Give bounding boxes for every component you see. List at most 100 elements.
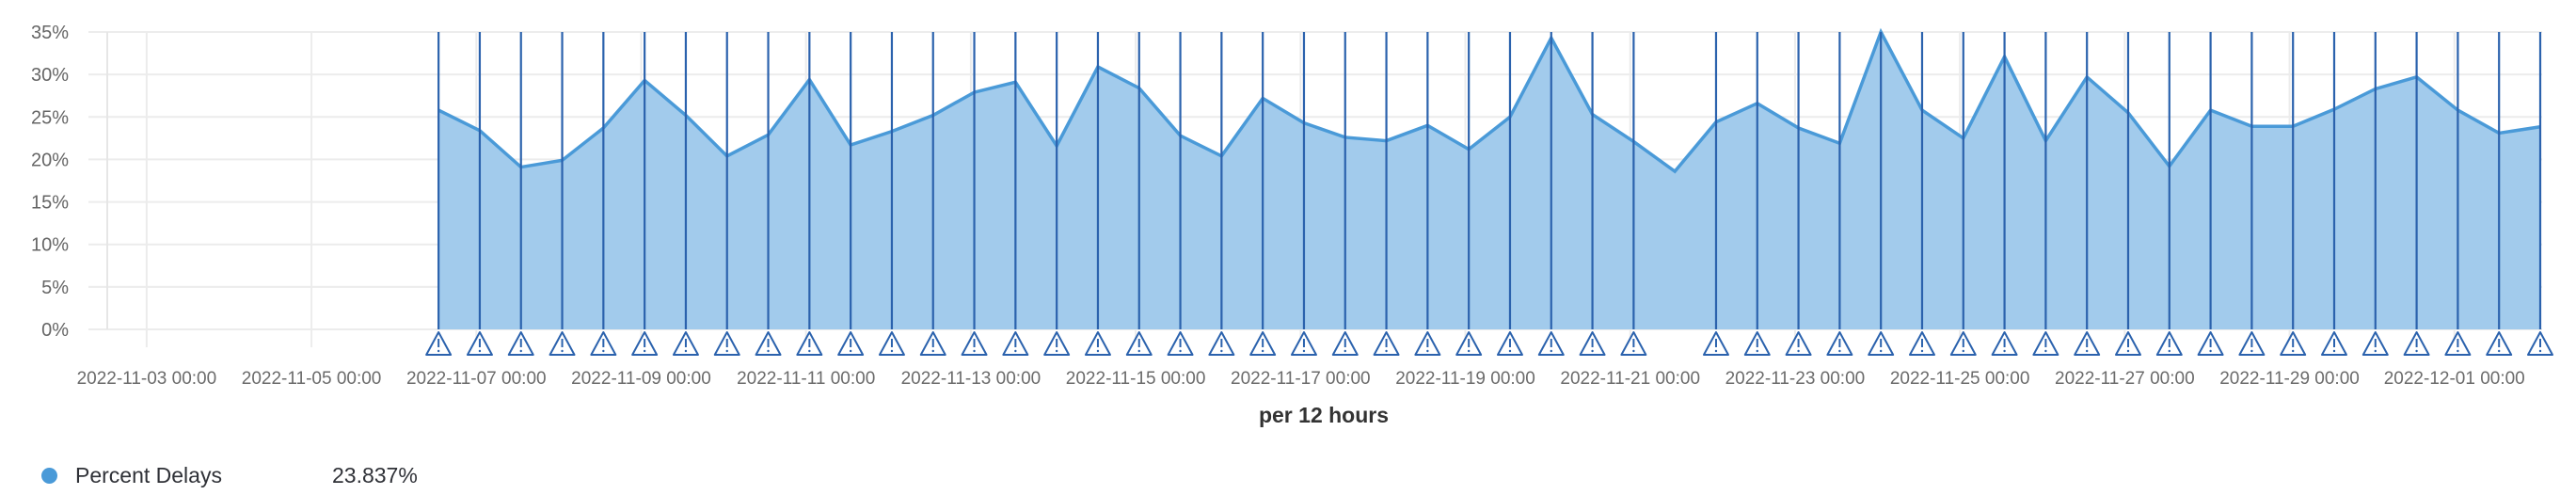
series-area (438, 32, 2541, 329)
x-tick-label: 2022-11-25 00:00 (1890, 369, 2030, 389)
warning-triangle-icon (2320, 331, 2347, 356)
warning-exclamation-dot (2126, 349, 2130, 353)
warning-triangle-icon (1414, 331, 1441, 356)
warning-exclamation-dot (1632, 349, 1635, 353)
warning-exclamation-dot (2538, 349, 2542, 353)
warning-triangle-icon (2280, 331, 2307, 356)
warning-triangle-icon (507, 331, 534, 356)
warning-triangle-icon (590, 331, 617, 356)
warning-triangle-icon (2361, 331, 2389, 356)
warning-triangle-icon (837, 331, 865, 356)
warning-exclamation-dot (437, 349, 440, 353)
y-tick-label: 5% (41, 278, 69, 298)
warning-triangle-icon (1908, 331, 1935, 356)
legend-series-value: 23.837% (332, 462, 418, 487)
warning-triangle-icon (713, 331, 740, 356)
warning-triangle-icon (425, 331, 453, 356)
x-tick-label: 2022-11-21 00:00 (1560, 369, 1700, 389)
warning-triangle-icon (919, 331, 946, 356)
warning-exclamation-dot (2415, 349, 2418, 353)
x-tick-label: 2022-11-27 00:00 (2055, 369, 2195, 389)
warning-triangle-icon (2114, 331, 2141, 356)
warning-triangle-icon (1043, 331, 1071, 356)
warning-triangle-icon (466, 331, 493, 356)
warning-exclamation-dot (1220, 349, 1223, 353)
warning-exclamation-dot (1838, 349, 1841, 353)
warning-exclamation-dot (1014, 349, 1017, 353)
warning-exclamation-dot (1096, 349, 1100, 353)
warning-triangle-icon (2032, 331, 2059, 356)
warning-triangle-icon (1743, 331, 1771, 356)
warning-exclamation-dot (2250, 349, 2253, 353)
warning-exclamation-dot (1467, 349, 1471, 353)
warning-exclamation-dot (2291, 349, 2295, 353)
warning-triangle-icon (2444, 331, 2472, 356)
warning-exclamation-dot (561, 349, 564, 353)
y-tick-label: 20% (31, 150, 69, 170)
warning-exclamation-dot (767, 349, 770, 353)
warning-exclamation-dot (1920, 349, 1924, 353)
warning-triangle-icon (1949, 331, 1977, 356)
y-tick-label: 0% (41, 320, 69, 341)
x-tick-label: 2022-11-05 00:00 (242, 369, 382, 389)
warning-triangle-icon (2238, 331, 2266, 356)
warning-triangle-icon (2403, 331, 2430, 356)
warning-exclamation-dot (2044, 349, 2047, 353)
warning-exclamation-dot (478, 349, 482, 353)
x-tick-label: 2022-11-23 00:00 (1725, 369, 1866, 389)
x-tick-label: 2022-11-09 00:00 (571, 369, 711, 389)
x-tick-label: 2022-11-15 00:00 (1066, 369, 1206, 389)
warning-triangle-icon (1991, 331, 2018, 356)
legend[interactable]: Percent Delays 23.837% (41, 459, 418, 491)
warning-exclamation-dot (1302, 349, 1306, 353)
warning-exclamation-dot (2457, 349, 2459, 353)
warning-exclamation-dot (2085, 349, 2089, 353)
warning-exclamation-dot (1344, 349, 1346, 353)
warning-triangle-icon (631, 331, 659, 356)
x-tick-label: 2022-11-03 00:00 (77, 369, 217, 389)
warning-triangle-icon (2074, 331, 2101, 356)
warning-triangle-icon (1702, 331, 1729, 356)
legend-series-dot (41, 467, 57, 484)
warning-triangle-icon (1868, 331, 1895, 356)
warning-exclamation-dot (973, 349, 976, 353)
warning-exclamation-dot (602, 349, 605, 353)
warning-exclamation-dot (1962, 349, 1964, 353)
x-tick-label: 2022-11-11 00:00 (737, 369, 875, 389)
warning-exclamation-dot (1714, 349, 1718, 353)
warning-triangle-icon (1785, 331, 1812, 356)
warning-triangle-icon (1579, 331, 1606, 356)
x-tick-label: 2022-12-01 00:00 (2384, 369, 2525, 389)
warning-triangle-icon (2155, 331, 2183, 356)
warning-exclamation-dot (1591, 349, 1594, 353)
warning-exclamation-dot (1508, 349, 1512, 353)
warning-triangle-icon (1620, 331, 1647, 356)
y-tick-label: 15% (31, 193, 69, 214)
warning-exclamation-dot (931, 349, 934, 353)
warning-exclamation-dot (2332, 349, 2336, 353)
warning-triangle-icon (1455, 331, 1483, 356)
warning-exclamation-dot (808, 349, 811, 353)
warning-triangle-icon (549, 331, 576, 356)
warning-exclamation-dot (519, 349, 522, 353)
warning-exclamation-dot (725, 349, 728, 353)
y-tick-label: 10% (31, 235, 69, 256)
x-tick-label: 2022-11-07 00:00 (406, 369, 547, 389)
legend-series-label[interactable]: Percent Delays (75, 463, 332, 488)
warning-triangle-icon (796, 331, 823, 356)
warning-exclamation-dot (1879, 349, 1883, 353)
warning-triangle-icon (1331, 331, 1359, 356)
warning-triangle-icon (1537, 331, 1565, 356)
warning-triangle-icon (1002, 331, 1029, 356)
x-axis: 2022-11-03 00:00 2022-11-05 00:00 2022-11-… (77, 369, 2525, 389)
chart: 0%5%10%15%20%25%30%35% 2022-11-03 00:00 2… (31, 23, 2553, 427)
warning-exclamation-dot (1756, 349, 1758, 353)
warning-exclamation-dot (1055, 349, 1058, 353)
warning-exclamation-dot (1179, 349, 1182, 353)
warning-triangle-icon (1496, 331, 1523, 356)
y-axis: 0% 5% 10% 15% 20% 25% 30% 35% (31, 23, 69, 341)
warning-exclamation-dot (1550, 349, 1552, 353)
warning-exclamation-dot (1797, 349, 1800, 353)
warning-exclamation-dot (2168, 349, 2171, 353)
warning-exclamation-dot (1426, 349, 1429, 353)
